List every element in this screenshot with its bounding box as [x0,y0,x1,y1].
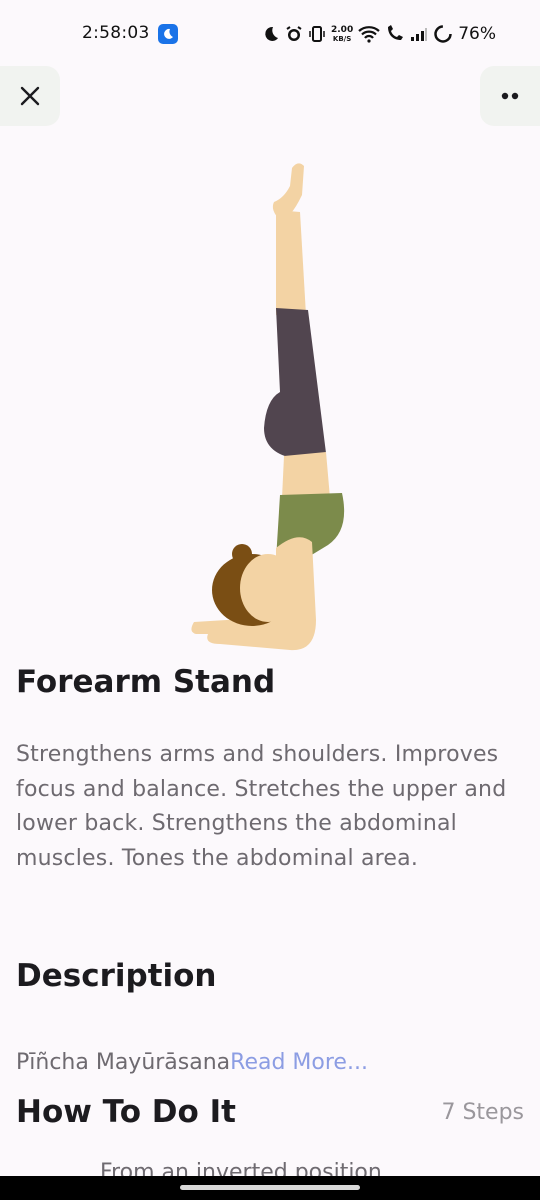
close-icon [20,86,40,106]
net-speed-value: 2.00 [331,24,354,35]
close-button[interactable] [0,66,60,126]
signal-icon [411,28,428,41]
moon-icon [265,26,278,41]
app-notification-icon [158,24,178,44]
pose-benefits: Strengthens arms and shoulders. Improves… [16,742,507,871]
wifi-call-icon [388,25,404,40]
sanskrit-text: Pīñcha Mayūrāsana [16,1050,231,1075]
read-more-link[interactable]: Read More... [230,1050,368,1075]
wifi-icon [358,26,380,43]
steps-count: 7 Steps [441,1100,524,1125]
description-heading: Description [16,958,217,994]
home-gesture-handle[interactable] [180,1185,360,1190]
pose-title: Forearm Stand [16,664,276,700]
more-options-button[interactable] [480,66,540,126]
status-time: 2:58:03 [82,23,150,43]
net-speed: 2.00 KB/S [331,24,354,43]
vibrate-icon [309,26,325,42]
more-dots-icon [501,92,519,100]
alarm-icon [286,26,302,41]
sanskrit-name: Pīñcha MayūrāsanaRead More... [16,1050,368,1075]
status-bar: 2:58:03 2.00 KB/S 76% [0,0,540,66]
pose-illustration [191,163,345,651]
battery-percent: 76% [458,24,497,44]
how-to-heading: How To Do It [16,1094,236,1130]
battery-icon [434,25,452,43]
status-icons: 2.00 KB/S 76% [262,22,496,46]
net-speed-unit: KB/S [332,34,352,43]
